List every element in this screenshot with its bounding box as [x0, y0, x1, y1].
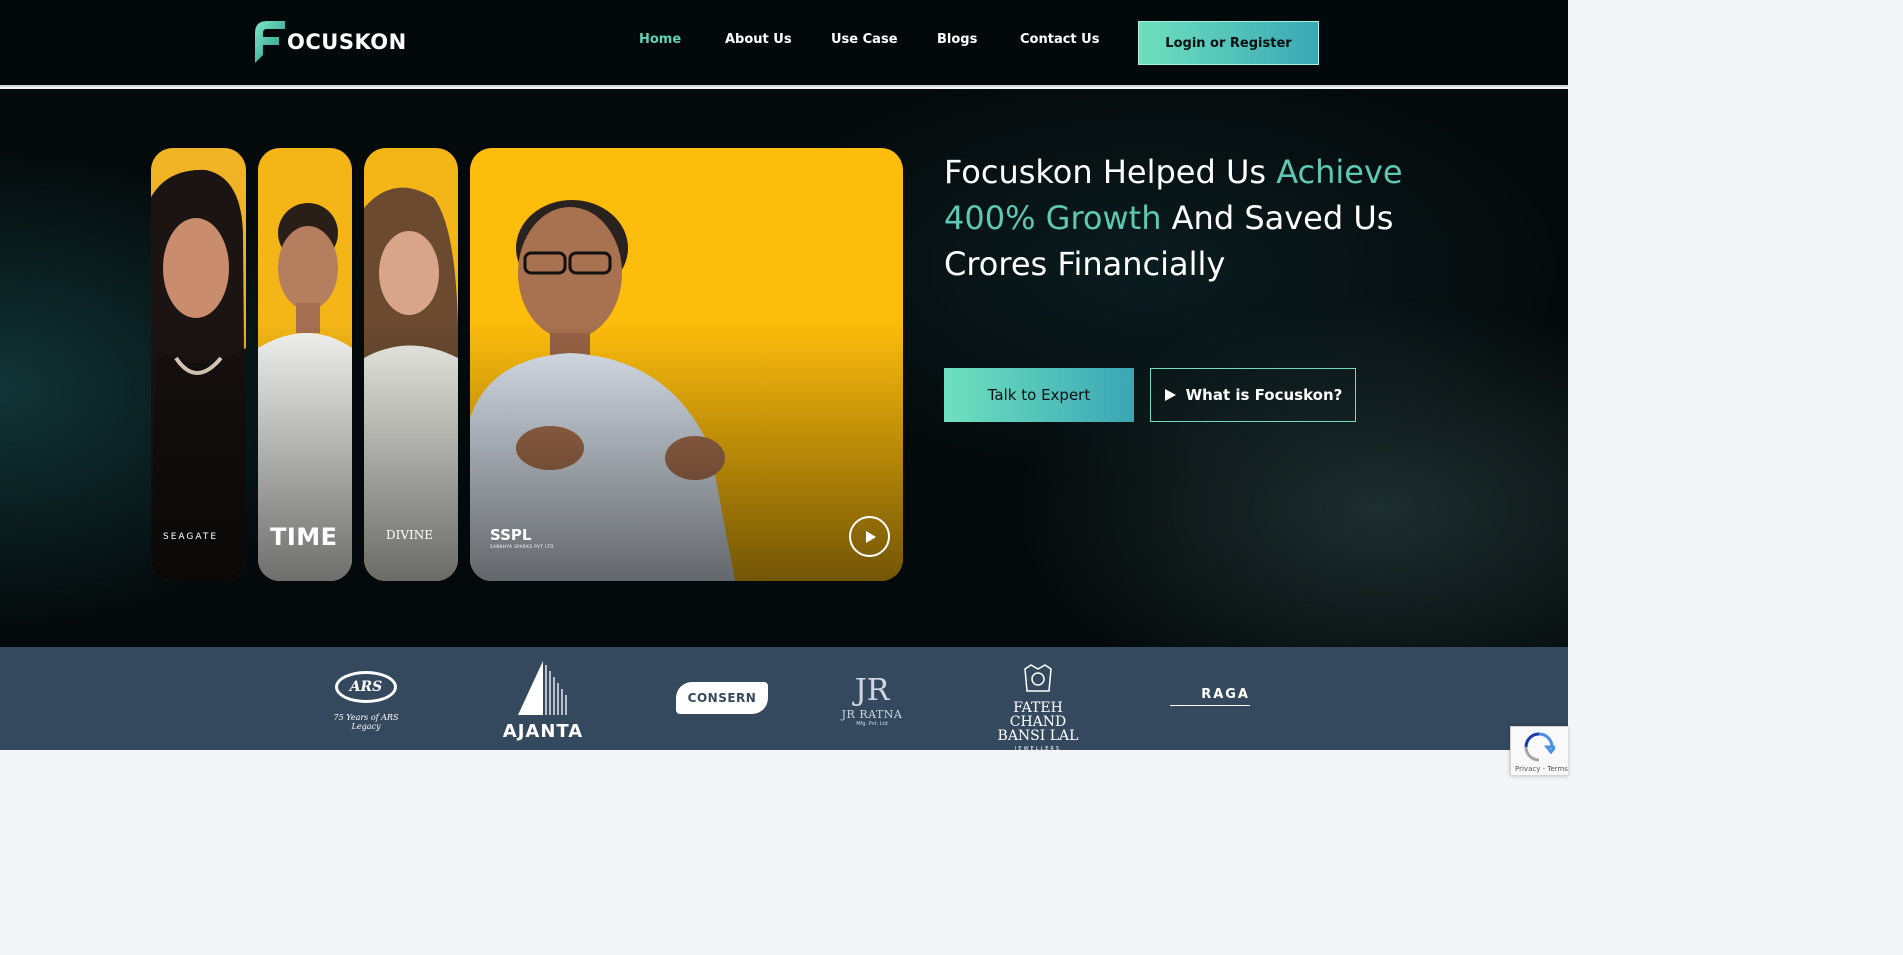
consern-name: CONSERN	[676, 682, 768, 714]
sspl-sub: SANKHYA SPARKS PVT LTD	[490, 544, 554, 549]
ars-mark: ARS	[335, 671, 397, 703]
what-is-focuskon-button[interactable]: What is Focuskon?	[1150, 368, 1356, 422]
nav-contact-us[interactable]: Contact Us	[1020, 32, 1099, 47]
featured-testimonial-video[interactable]: SSPL SANKHYA SPARKS PVT LTD	[470, 148, 903, 581]
play-icon	[865, 530, 876, 543]
seagate-logo: SEAGATE	[163, 532, 219, 542]
fateh-line2: BANSI LAL	[997, 728, 1079, 744]
ajanta-name: AJANTA	[502, 721, 584, 742]
ars-tagline: 75 Years of ARS Legacy	[333, 713, 399, 731]
top-navbar: OCUSKON Home About Us Use Case Blogs Con…	[0, 0, 1568, 87]
time-logo: TIME	[270, 523, 338, 551]
talk-to-expert-button[interactable]: Talk to Expert	[944, 368, 1134, 422]
sspl-logo: SSPL SANKHYA SPARKS PVT LTD	[490, 526, 554, 549]
sspl-name: SSPL	[490, 526, 532, 544]
panel-shade	[151, 321, 246, 581]
ajanta-building-icon	[518, 661, 567, 715]
testimonial-video-panel[interactable]: SEAGATE	[151, 148, 246, 581]
hero-headline: Focuskon Helped Us Achieve 400% Growth A…	[944, 149, 1414, 287]
raga-underline	[1170, 705, 1250, 706]
login-register-button[interactable]: Login or Register	[1138, 21, 1319, 65]
divine-logo: DIVINE	[386, 528, 434, 542]
nav-about-us[interactable]: About Us	[725, 32, 792, 47]
raga-name: RAGA	[1201, 687, 1250, 702]
fateh-chand-logo: FATEH CHAND BANSI LAL JEWELLERS	[988, 663, 1088, 752]
nav-use-case[interactable]: Use Case	[831, 32, 898, 47]
hero-section: SEAGATE TIME DIVINE SSPL SANKHYA SPARKS …	[0, 89, 1568, 647]
ars-group-logo: ARS 75 Years of ARS Legacy	[323, 659, 409, 731]
raga-logo: RAGA	[1170, 687, 1250, 706]
play-icon	[1164, 389, 1176, 401]
what-is-focuskon-label: What is Focuskon?	[1185, 386, 1343, 404]
fateh-line1: FATEH CHAND	[1009, 700, 1067, 730]
jr-ratna-logo: JR JR RATNA Mfg. Pvt. Ltd	[840, 673, 904, 728]
ajanta-logo: AJANTA	[500, 659, 586, 742]
crest-icon	[1024, 664, 1052, 692]
jr-name: JR RATNA	[841, 708, 903, 721]
client-logos-strip: ARS 75 Years of ARS Legacy AJANTA CONSER…	[0, 647, 1568, 752]
headline-text: Focuskon Helped Us	[944, 153, 1277, 191]
panel-shade	[364, 321, 458, 581]
testimonial-video-panel[interactable]: TIME	[258, 148, 352, 581]
main-nav: Home About Us Use Case Blogs Contact Us	[0, 32, 1568, 54]
ars-name: ARS	[349, 679, 383, 695]
nav-home[interactable]: Home	[639, 32, 681, 47]
play-video-button[interactable]	[849, 516, 890, 557]
consern-logo: CONSERN	[676, 682, 768, 714]
nav-blogs[interactable]: Blogs	[937, 32, 977, 47]
recaptcha-icon	[1524, 732, 1555, 762]
recaptcha-text[interactable]: Privacy - Terms	[1515, 765, 1568, 773]
testimonial-video-panel[interactable]: DIVINE	[364, 148, 458, 581]
jr-sub: Mfg. Pvt. Ltd	[856, 721, 888, 727]
fateh-sub: JEWELLERS	[1014, 746, 1062, 752]
jr-monogram: JR	[854, 673, 890, 708]
recaptcha-badge[interactable]: Privacy - Terms	[1510, 726, 1568, 776]
